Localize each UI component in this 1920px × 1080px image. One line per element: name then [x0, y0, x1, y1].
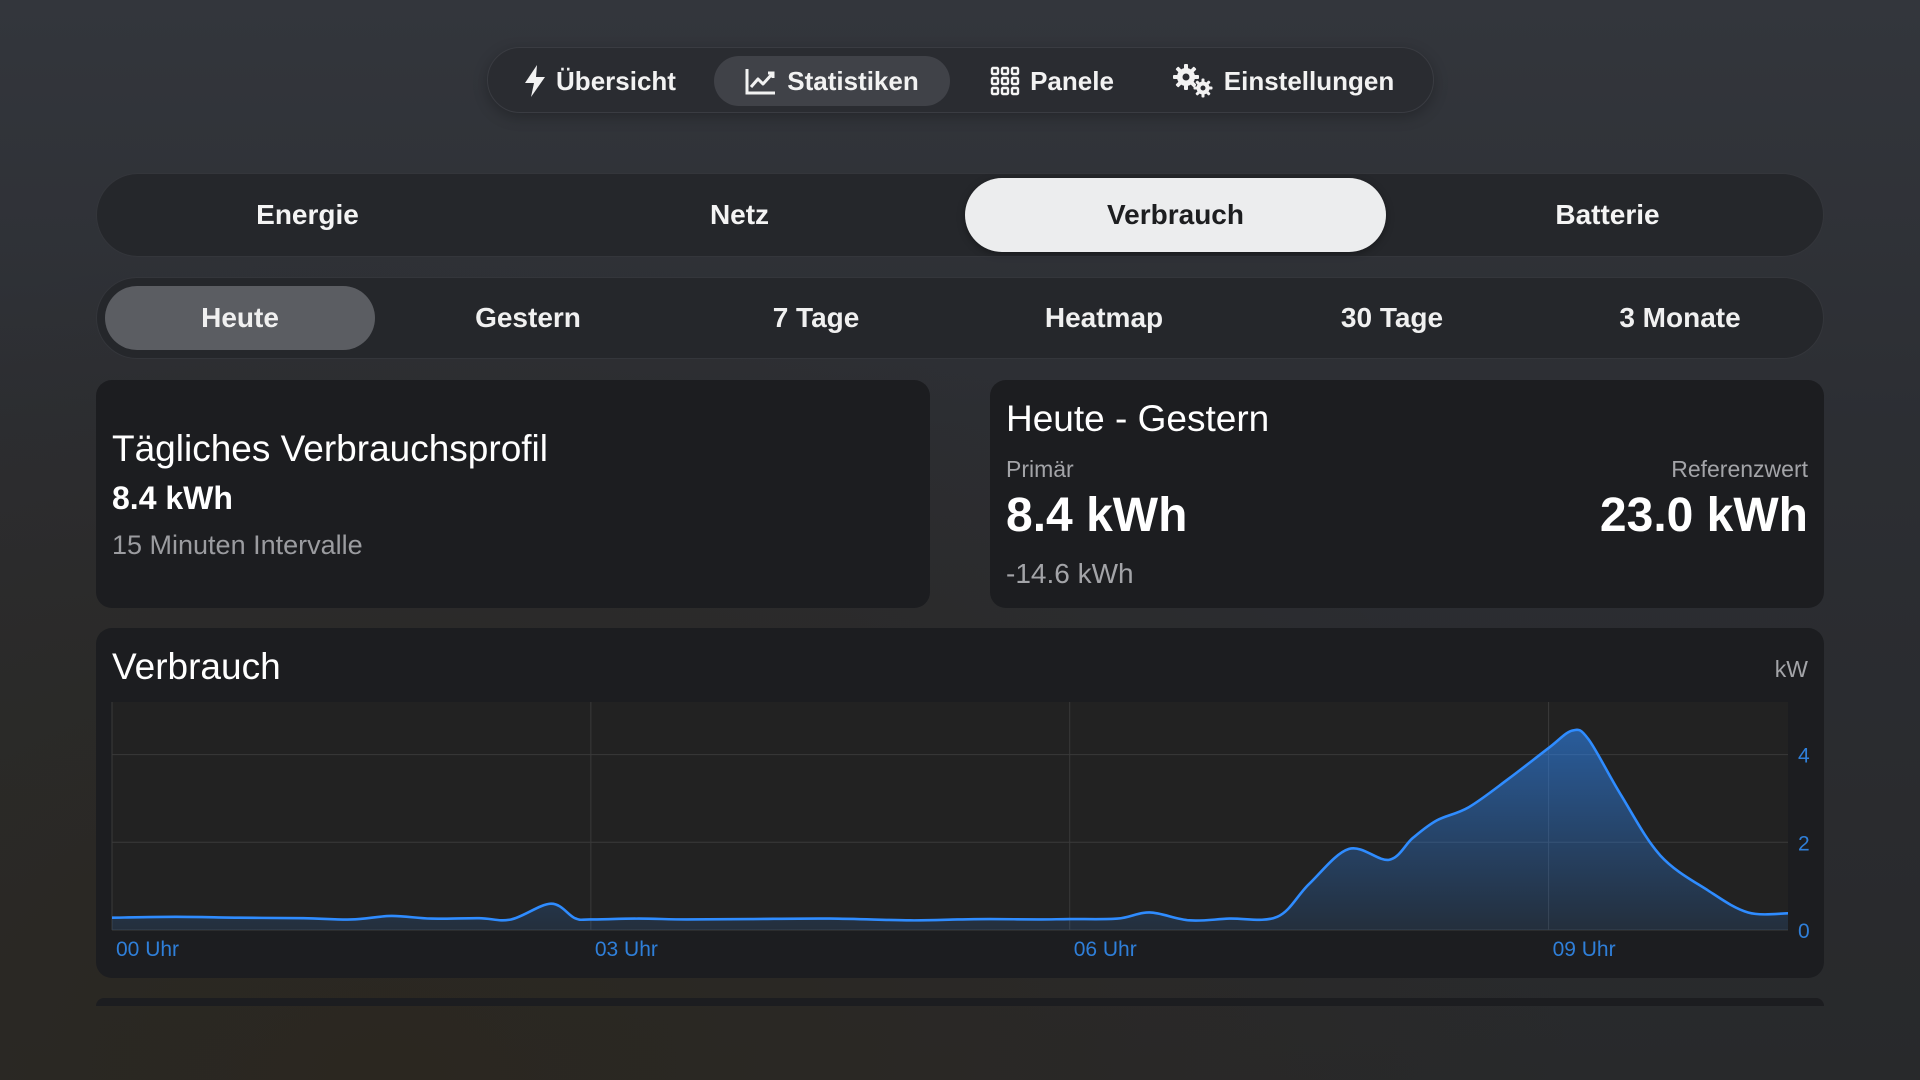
bolt-icon [524, 65, 546, 97]
data-point [1658, 853, 1662, 857]
nav-label-uebersicht: Übersicht [556, 65, 676, 96]
tab-heatmap[interactable]: Heatmap [969, 286, 1239, 350]
data-point [1187, 918, 1191, 922]
consumption-chart-card: Verbrauch kW 0 2 4 00 Uhr 03 Uhr 06 Uhr 09 Uhr [96, 628, 1824, 978]
data-point [1746, 910, 1750, 914]
data-point [1786, 911, 1790, 915]
tab-heute[interactable]: Heute [105, 286, 375, 350]
tab-7-tage[interactable]: 7 Tage [681, 286, 951, 350]
chart-line-icon [745, 67, 777, 95]
data-point [1467, 805, 1471, 809]
compare-title: Heute - Gestern [1006, 398, 1270, 439]
nav-item-panele[interactable]: Panele [982, 56, 1122, 106]
y-tick-label: 2 [1798, 832, 1810, 855]
reference-value: 23.0 kWh [1599, 489, 1808, 542]
range-tabs: Heute Gestern 7 Tage Heatmap 30 Tage 3 M… [96, 277, 1824, 359]
data-point [1116, 917, 1120, 921]
grid-icon [990, 66, 1020, 96]
tab-gestern[interactable]: Gestern [393, 286, 663, 350]
data-point [1036, 917, 1040, 921]
data-point [956, 917, 960, 921]
data-point [509, 917, 513, 921]
x-tick-label: 06 Uhr [1074, 938, 1137, 961]
data-point [1307, 882, 1311, 886]
tab-3-monate[interactable]: 3 Monate [1545, 286, 1815, 350]
data-point [637, 917, 641, 921]
primary-label: Primär [1006, 456, 1074, 482]
nav-item-statistiken[interactable]: Statistiken [714, 56, 950, 106]
data-point [1618, 792, 1622, 796]
data-point [685, 917, 689, 921]
nav-item-uebersicht[interactable]: Übersicht [521, 56, 679, 106]
consumption-chart[interactable]: 0 2 4 00 Uhr 03 Uhr 06 Uhr 09 Uhr [96, 628, 1824, 978]
main-nav: Übersicht Statistiken Panele Einstellung… [487, 47, 1434, 113]
data-point [988, 917, 992, 921]
data-point [477, 916, 481, 920]
data-point [1507, 777, 1511, 781]
data-point [302, 916, 306, 920]
profile-title: Tägliches Verbrauchsprofil [112, 428, 548, 469]
reference-label: Referenzwert [1671, 456, 1808, 482]
data-point [389, 914, 393, 918]
data-point [828, 917, 832, 921]
data-point [908, 918, 912, 922]
profile-value: 8.4 kWh [112, 480, 233, 516]
gears-icon [1172, 64, 1214, 98]
y-tick-label: 4 [1798, 745, 1810, 768]
tab-30-tage[interactable]: 30 Tage [1257, 286, 1527, 350]
data-point [573, 916, 577, 920]
category-tabs: Energie Netz Verbrauch Batterie [96, 173, 1824, 257]
data-point [429, 917, 433, 921]
primary-value: 8.4 kWh [1006, 489, 1188, 542]
nav-label-einstellungen: Einstellungen [1223, 65, 1395, 96]
x-tick-label: 09 Uhr [1553, 938, 1616, 961]
data-point [1706, 889, 1710, 893]
tab-batterie[interactable]: Batterie [1397, 178, 1818, 252]
data-point [238, 916, 242, 920]
profile-card: Tägliches Verbrauchsprofil 8.4 kWh 15 Mi… [96, 380, 930, 608]
data-point [549, 902, 553, 906]
nav-item-einstellungen[interactable]: Einstellungen [1168, 56, 1398, 106]
data-point [1387, 858, 1391, 862]
tab-energie[interactable]: Energie [97, 178, 518, 252]
data-point [349, 917, 353, 921]
data-point [1148, 910, 1152, 914]
nav-label-panele: Panele [1030, 65, 1114, 96]
nav-label-statistiken: Statistiken [787, 65, 919, 96]
difference-value: -14.6 kWh [1006, 558, 1134, 589]
profile-subtitle: 15 Minuten Intervalle [112, 530, 363, 560]
data-point [1586, 737, 1590, 741]
y-tick-label: 0 [1798, 920, 1810, 943]
x-tick-label: 03 Uhr [595, 938, 658, 961]
data-point [1435, 818, 1439, 822]
tab-verbrauch[interactable]: Verbrauch [965, 178, 1386, 252]
data-point [589, 917, 593, 921]
data-point [1547, 746, 1551, 750]
data-point [748, 917, 752, 921]
data-point [1275, 915, 1279, 919]
data-point [110, 916, 114, 920]
data-point [1347, 847, 1351, 851]
compare-card: Heute - Gestern Primär Referenzwert 8.4 … [990, 380, 1824, 608]
tab-netz[interactable]: Netz [529, 178, 950, 252]
data-point [1411, 836, 1415, 840]
data-point [174, 915, 178, 919]
x-tick-label: 00 Uhr [116, 938, 179, 961]
data-point [1571, 729, 1575, 733]
next-card-edge [96, 998, 1824, 1006]
data-point [1068, 917, 1072, 921]
data-point [1227, 917, 1231, 921]
